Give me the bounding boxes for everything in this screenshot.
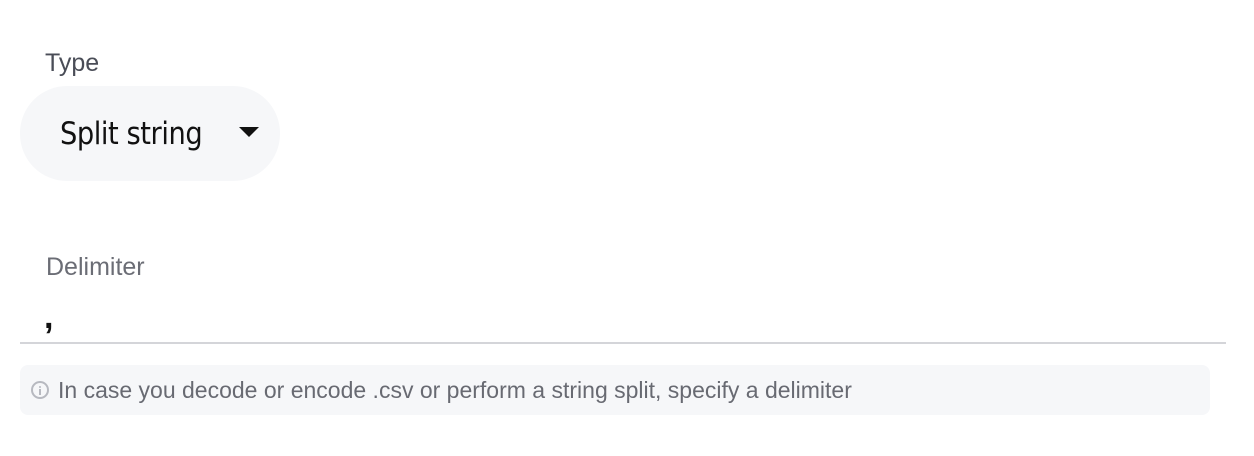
caret-down-icon <box>239 127 259 137</box>
delimiter-label: Delimiter <box>46 253 145 281</box>
type-select-value: Split string <box>60 115 203 152</box>
delimiter-helper-text: In case you decode or encode .csv or per… <box>20 365 1210 415</box>
delimiter-input[interactable] <box>20 292 1226 344</box>
info-icon <box>31 381 49 399</box>
type-label: Type <box>45 49 100 77</box>
type-select[interactable]: Split string <box>20 86 280 181</box>
helper-text: In case you decode or encode .csv or per… <box>58 376 852 403</box>
